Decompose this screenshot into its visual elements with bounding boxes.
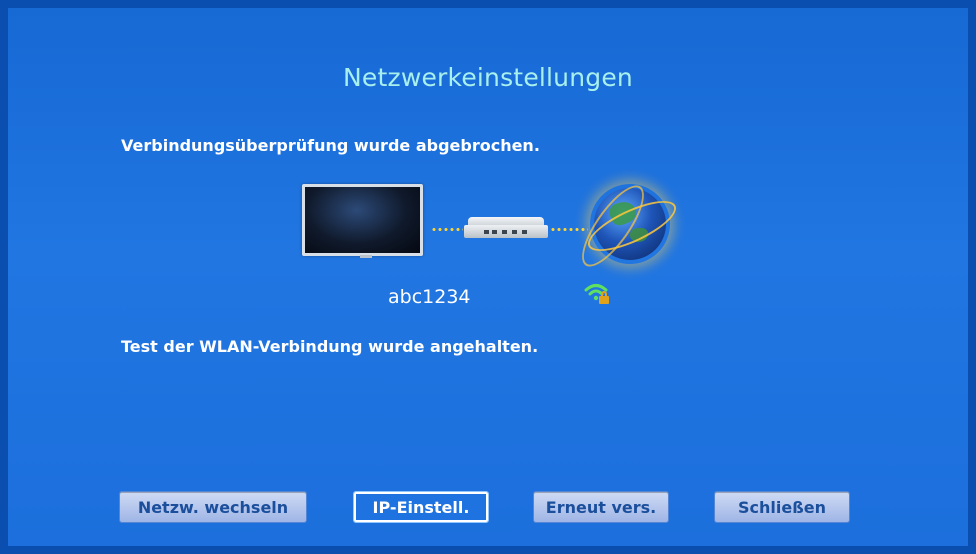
status-message: Verbindungsüberprüfung wurde abgebrochen… (121, 136, 540, 155)
retry-button[interactable]: Erneut vers. (534, 492, 668, 522)
connection-dots-tv-router (431, 228, 463, 231)
dialog-title: Netzwerkeinstellungen (343, 63, 633, 92)
connection-dots-router-globe (550, 228, 588, 231)
tv-stand (360, 255, 372, 258)
network-name: abc1234 (388, 286, 471, 308)
wlan-test-message: Test der WLAN-Verbindung wurde angehalte… (121, 337, 539, 356)
tv-icon (302, 184, 423, 256)
internet-globe-icon (571, 176, 683, 276)
network-settings-dialog: Netzwerkeinstellungen Verbindungsüberprü… (8, 8, 968, 546)
router-icon (464, 217, 548, 238)
change-network-button[interactable]: Netzw. wechseln (120, 492, 306, 522)
wifi-secured-icon (584, 282, 612, 306)
ip-settings-button[interactable]: IP-Einstell. (353, 491, 489, 523)
lock-icon (599, 291, 609, 304)
close-button[interactable]: Schließen (715, 492, 849, 522)
